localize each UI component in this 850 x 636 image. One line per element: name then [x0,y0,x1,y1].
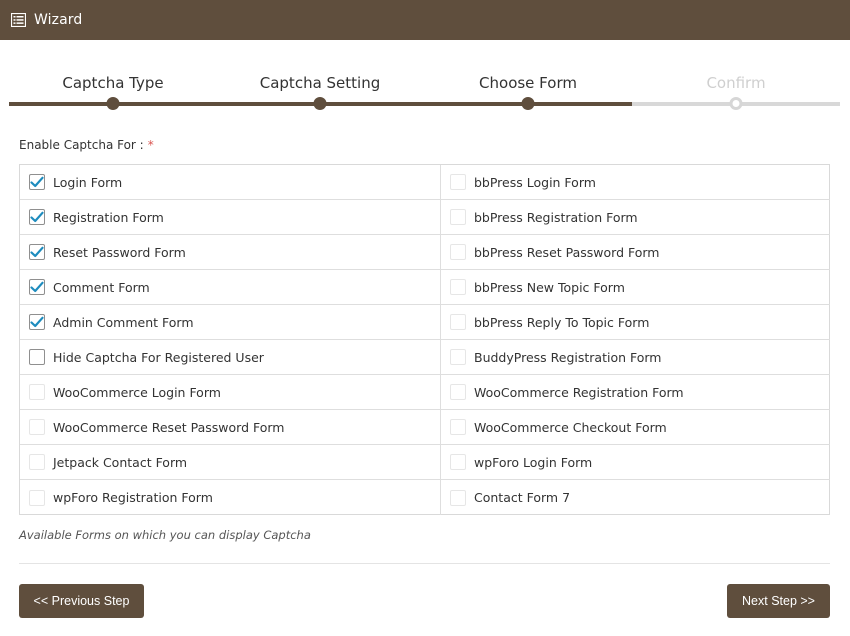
checkbox[interactable] [450,349,466,365]
form-option-label: Admin Comment Form [53,314,194,330]
form-option-label: WooCommerce Login Form [53,384,221,400]
form-option-label: WooCommerce Reset Password Form [53,419,285,435]
form-option-label: wpForo Login Form [474,454,593,470]
checkbox[interactable] [29,209,45,225]
form-option-label: WooCommerce Checkout Form [474,419,667,435]
check-icon [30,176,44,188]
checkbox[interactable] [450,454,466,470]
checkbox[interactable] [450,314,466,330]
step-dot-confirm [729,97,743,110]
form-option-wpforo-login-form[interactable]: wpForo Login Form [441,445,830,480]
checkbox[interactable] [29,279,45,295]
required-mark: * [147,138,154,152]
checkbox[interactable] [450,384,466,400]
checkbox[interactable] [29,384,45,400]
form-option-woocommerce-checkout-form[interactable]: WooCommerce Checkout Form [441,410,830,445]
checkbox[interactable] [29,244,45,260]
step-dot-choose-form [521,97,535,110]
checkbox[interactable] [450,419,466,435]
checkbox[interactable] [29,314,45,330]
form-option-comment-form[interactable]: Comment Form [20,270,441,305]
form-option-label: bbPress Reset Password Form [474,244,660,260]
form-option-buddypress-registration-form[interactable]: BuddyPress Registration Form [441,340,830,375]
check-icon [30,281,44,293]
checkbox[interactable] [29,419,45,435]
form-option-label: Registration Form [53,209,164,225]
next-step-button[interactable]: Next Step >> [727,584,830,618]
divider [19,563,830,564]
available-forms-note: Available Forms on which you can display… [19,528,311,542]
form-option-label: BuddyPress Registration Form [474,349,662,365]
checkbox[interactable] [29,349,45,365]
form-option-label: WooCommerce Registration Form [474,384,684,400]
step-choose-form[interactable]: Choose Form [479,74,577,92]
step-captcha-setting[interactable]: Captcha Setting [260,74,381,92]
form-option-label: bbPress Reply To Topic Form [474,314,650,330]
checkbox[interactable] [450,489,466,506]
checkbox[interactable] [450,244,466,260]
form-option-wpforo-registration-form[interactable]: wpForo Registration Form [20,480,441,515]
checkbox[interactable] [450,174,466,190]
step-captcha-type[interactable]: Captcha Type [62,74,163,92]
form-option-hide-captcha-for-registered-user[interactable]: Hide Captcha For Registered User [20,340,441,375]
form-option-label: Login Form [53,174,123,190]
step-dot-captcha-type [106,97,120,110]
step-confirm[interactable]: Confirm [706,74,765,92]
wizard-title: Wizard [34,12,83,28]
check-icon [30,316,44,328]
form-option-woocommerce-login-form[interactable]: WooCommerce Login Form [20,375,441,410]
form-option-label: Jetpack Contact Form [53,454,188,470]
wizard-steps: Captcha Type Captcha Setting Choose Form… [9,62,840,112]
checkbox[interactable] [29,174,45,190]
checkbox[interactable] [29,489,45,506]
checkbox[interactable] [450,279,466,295]
form-option-label: bbPress Registration Form [474,209,638,225]
form-option-contact-form-7[interactable]: Contact Form 7 [441,480,830,515]
form-option-woocommerce-reset-password-form[interactable]: WooCommerce Reset Password Form [20,410,441,445]
form-option-login-form[interactable]: Login Form [20,165,441,200]
form-option-label: Comment Form [53,279,150,295]
wizard-header: Wizard [0,0,850,40]
form-option-bbpress-reset-password-form[interactable]: bbPress Reset Password Form [441,235,830,270]
checkbox[interactable] [29,454,45,470]
form-option-label: Hide Captcha For Registered User [53,349,264,365]
form-option-bbpress-registration-form[interactable]: bbPress Registration Form [441,200,830,235]
form-option-label: Reset Password Form [53,244,186,260]
form-option-bbpress-new-topic-form[interactable]: bbPress New Topic Form [441,270,830,305]
check-icon [30,246,44,258]
check-icon [30,211,44,223]
previous-step-button[interactable]: << Previous Step [19,584,144,618]
form-option-label: Contact Form 7 [474,490,571,505]
step-dot-captcha-setting [313,97,327,110]
form-option-label: bbPress Login Form [474,174,596,190]
form-option-registration-form[interactable]: Registration Form [20,200,441,235]
enable-captcha-label: Enable Captcha For : * [19,138,154,152]
form-option-jetpack-contact-form[interactable]: Jetpack Contact Form [20,445,441,480]
form-option-bbpress-login-form[interactable]: bbPress Login Form [441,165,830,200]
form-option-label: bbPress New Topic Form [474,279,625,295]
form-options-table: Login Form bbPress Login Form Registration… [19,164,830,515]
form-option-reset-password-form[interactable]: Reset Password Form [20,235,441,270]
form-option-label: wpForo Registration Form [53,490,213,505]
form-option-woocommerce-registration-form[interactable]: WooCommerce Registration Form [441,375,830,410]
form-option-bbpress-reply-to-topic-form[interactable]: bbPress Reply To Topic Form [441,305,830,340]
list-icon [11,13,26,27]
checkbox[interactable] [450,209,466,225]
form-option-admin-comment-form[interactable]: Admin Comment Form [20,305,441,340]
